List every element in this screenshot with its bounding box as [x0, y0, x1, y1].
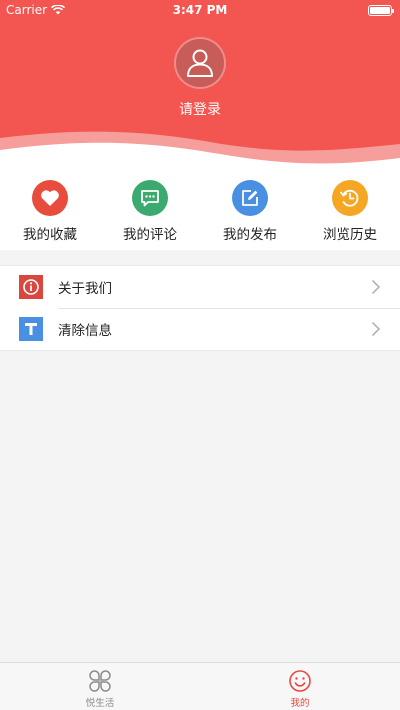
- menu-item-clear-info[interactable]: 清除信息: [0, 308, 400, 350]
- tab-label: 悦生活: [85, 698, 115, 709]
- comment-icon: [132, 180, 168, 216]
- quick-actions: 我的收藏 我的评论 我的发布 浏览历史: [0, 172, 400, 250]
- quick-action-favorites[interactable]: 我的收藏: [0, 172, 100, 250]
- quick-action-label: 我的收藏: [23, 227, 77, 243]
- profile-screen: Carrier 3:47 PM 请登录 我的收藏 我的评论 我的发布 浏览历史 …: [0, 0, 400, 710]
- tab-mine[interactable]: 我的: [200, 663, 400, 710]
- tab-label: 我的: [290, 698, 310, 709]
- status-time: 3:47 PM: [172, 3, 228, 17]
- edit-icon: [232, 180, 268, 216]
- settings-menu: 关于我们 清除信息: [0, 265, 400, 351]
- user-icon: [187, 49, 213, 77]
- tab-life[interactable]: 悦生活: [0, 663, 200, 710]
- quick-action-label: 我的评论: [123, 227, 177, 243]
- text-t-icon: [19, 317, 43, 341]
- header-wave: [0, 131, 400, 172]
- quick-action-posts[interactable]: 我的发布: [200, 172, 300, 250]
- menu-item-label: 清除信息: [58, 323, 112, 339]
- quick-action-comments[interactable]: 我的评论: [100, 172, 200, 250]
- chevron-right-icon: [372, 322, 380, 336]
- info-icon: [19, 275, 43, 299]
- menu-item-about-us[interactable]: 关于我们: [0, 266, 400, 308]
- history-icon: [332, 180, 368, 216]
- clover-icon: [89, 670, 111, 692]
- login-link[interactable]: 请登录: [0, 99, 400, 119]
- quick-action-label: 浏览历史: [323, 227, 377, 243]
- profile-header: Carrier 3:47 PM 请登录: [0, 0, 400, 172]
- menu-item-label: 关于我们: [58, 281, 112, 297]
- quick-action-history[interactable]: 浏览历史: [300, 172, 400, 250]
- quick-action-label: 我的发布: [223, 227, 277, 243]
- smiley-icon: [289, 670, 311, 692]
- heart-icon: [32, 180, 68, 216]
- status-bar: Carrier 3:47 PM: [0, 0, 400, 20]
- avatar[interactable]: [174, 37, 226, 89]
- chevron-right-icon: [372, 280, 380, 294]
- battery-icon: [368, 5, 394, 16]
- tab-bar: 悦生活 我的: [0, 662, 400, 710]
